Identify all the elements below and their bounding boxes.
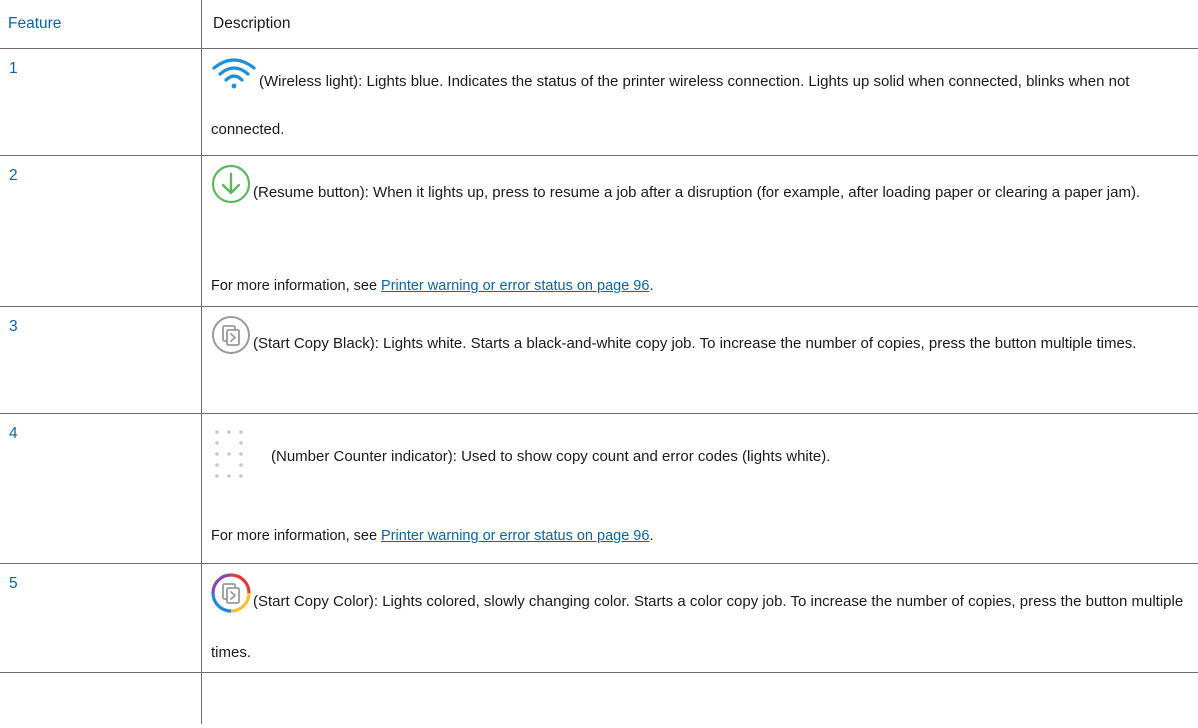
number-counter-icon (211, 426, 267, 488)
error-status-link[interactable]: Printer warning or error status on page … (381, 278, 649, 294)
header-feature: Feature (8, 15, 62, 32)
resume-button-icon (211, 164, 251, 222)
more-info-note: For more information, see Printer warnin… (211, 278, 653, 294)
note-suffix: . (649, 528, 654, 544)
note-suffix: . (649, 278, 654, 294)
table-header-row: Feature Description (0, 0, 1198, 49)
table-row: 4 (Number Counter indicator): Used to sh… (0, 414, 1198, 564)
feature-description: (Wireless light): Lights blue. Indicates… (211, 56, 1186, 152)
table-row: 5 (Start Copy Color): Lights colored, sl… (0, 564, 1198, 673)
note-prefix: For more information, see (211, 278, 382, 294)
table-row: 2 (Resume button): When it lights up, pr… (0, 156, 1198, 307)
feature-description: (Resume button): When it lights up, pres… (211, 164, 1186, 222)
feature-description: (Start Copy Color): Lights colored, slow… (211, 573, 1186, 675)
feature-number: 3 (9, 318, 18, 335)
feature-number: 5 (9, 575, 18, 592)
feature-number: 4 (9, 425, 18, 442)
table-row: 1 (Wireless light): Lights blue. Indicat… (0, 49, 1198, 156)
feature-text: (Number Counter indicator): Used to show… (271, 448, 831, 465)
error-status-link[interactable]: Printer warning or error status on page … (381, 528, 649, 544)
feature-description: (Start Copy Black): Lights white. Starts… (211, 315, 1186, 373)
table-row: 3 (Start Copy Black): Lights white. Star… (0, 307, 1198, 414)
feature-number: 2 (9, 167, 18, 184)
feature-text: (Start Copy Black): Lights white. Starts… (253, 334, 1137, 352)
feature-text: (Wireless light): Lights blue. Indicates… (211, 72, 1130, 138)
start-copy-color-icon (211, 573, 251, 631)
more-info-note: For more information, see Printer warnin… (211, 528, 653, 544)
start-copy-black-icon (211, 315, 251, 373)
header-description: Description (213, 15, 291, 32)
feature-text: (Resume button): When it lights up, pres… (253, 183, 1141, 201)
feature-description: (Number Counter indicator): Used to show… (211, 426, 1186, 488)
feature-number: 1 (9, 60, 18, 77)
note-prefix: For more information, see (211, 528, 382, 544)
feature-text: (Start Copy Color): Lights colored, slow… (211, 592, 1184, 661)
wireless-icon (211, 56, 257, 108)
